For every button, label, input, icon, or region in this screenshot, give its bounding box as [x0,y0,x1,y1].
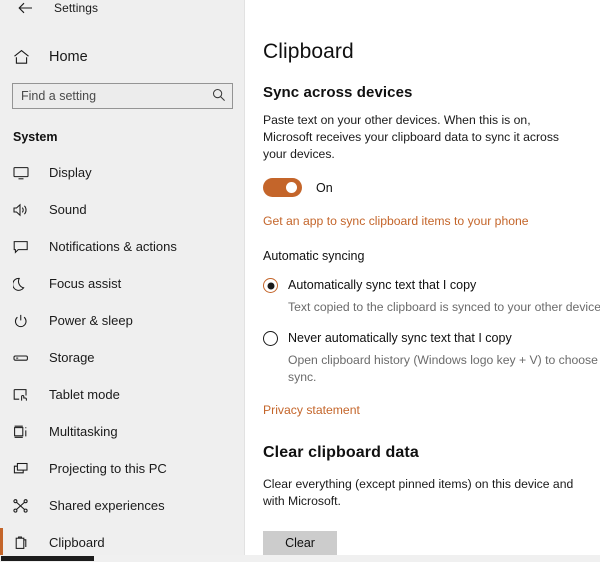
home-label: Home [49,49,88,65]
sidebar-item-label: Tablet mode [49,387,120,402]
multitasking-icon [13,425,35,439]
radio-option-never-sync[interactable]: Never automatically sync text that I cop… [263,330,600,346]
sidebar-group-title: System [13,130,58,144]
sidebar-item-projecting-to-this-pc[interactable]: Projecting to this PC [0,450,245,487]
share-icon [13,498,35,513]
sync-section-description: Paste text on your other devices. When t… [263,113,560,161]
sidebar-nav: Display Sound Notifications & actions Fo… [0,154,245,555]
main-content: Clipboard Sync across devices Paste text… [245,0,600,555]
sidebar-item-power-sleep[interactable]: Power & sleep [0,302,245,339]
radio-label: Automatically sync text that I copy [288,278,477,292]
clipboard-icon [13,535,35,550]
sidebar-item-label: Focus assist [49,276,122,291]
clear-section-heading: Clear clipboard data [263,444,419,461]
radio-option-automatic-sync[interactable]: Automatically sync text that I copy [263,277,600,293]
power-icon [13,314,35,328]
clear-section-description: Clear everything (except pinned items) o… [263,477,574,508]
horizontal-scrollbar-thumb[interactable] [1,556,94,561]
moon-icon [13,277,35,291]
storage-icon [13,351,35,365]
back-arrow-icon[interactable] [10,0,40,19]
notification-icon [13,240,35,254]
speaker-icon [13,203,35,217]
toggle-knob [286,182,297,193]
sidebar-item-label: Clipboard [49,535,105,550]
sync-toggle-state: On [316,180,333,195]
settings-window: Settings Home System [0,0,600,562]
sidebar-item-multitasking[interactable]: Multitasking [0,413,245,450]
sync-toggle-row: On [263,178,600,197]
sidebar-item-label: Shared experiences [49,498,165,513]
sidebar-item-focus-assist[interactable]: Focus assist [0,265,245,302]
get-app-link[interactable]: Get an app to sync clipboard items to yo… [263,214,529,228]
sidebar-item-label: Storage [49,350,95,365]
title-bar: Settings [0,0,245,20]
sync-section-heading: Sync across devices [263,84,413,101]
sidebar-item-label: Sound [49,202,87,217]
sidebar-item-display[interactable]: Display [0,154,245,191]
sidebar-item-label: Power & sleep [49,313,133,328]
sidebar-item-label: Display [49,165,92,180]
sync-toggle[interactable] [263,178,302,197]
sidebar-item-tablet-mode[interactable]: Tablet mode [0,376,245,413]
sidebar-item-notifications-actions[interactable]: Notifications & actions [0,228,245,265]
sidebar-item-shared-experiences[interactable]: Shared experiences [0,487,245,524]
radio-description: Open clipboard history (Windows logo key… [288,353,600,384]
automatic-syncing-heading: Automatic syncing [263,249,365,263]
search-input[interactable] [12,83,233,109]
app-title: Settings [54,1,99,15]
sidebar: Settings Home System [0,0,245,555]
home-icon [13,49,35,65]
horizontal-scrollbar[interactable] [0,555,600,562]
radio-description: Text copied to the clipboard is synced t… [288,300,600,314]
monitor-icon [13,166,35,180]
sidebar-item-sound[interactable]: Sound [0,191,245,228]
radio-button[interactable] [263,278,278,293]
radio-button[interactable] [263,331,278,346]
sidebar-item-label: Multitasking [49,424,118,439]
tablet-icon [13,388,35,402]
sidebar-item-label: Projecting to this PC [49,461,167,476]
page-title: Clipboard [263,40,354,63]
sidebar-item-home[interactable]: Home [0,38,245,76]
radio-label: Never automatically sync text that I cop… [288,331,512,345]
sidebar-item-clipboard[interactable]: Clipboard [0,524,245,555]
privacy-statement-link[interactable]: Privacy statement [263,403,360,417]
sidebar-item-label: Notifications & actions [49,239,177,254]
search-box [12,83,233,109]
clear-button[interactable]: Clear [263,531,337,555]
projecting-icon [13,462,35,476]
sidebar-item-storage[interactable]: Storage [0,339,245,376]
